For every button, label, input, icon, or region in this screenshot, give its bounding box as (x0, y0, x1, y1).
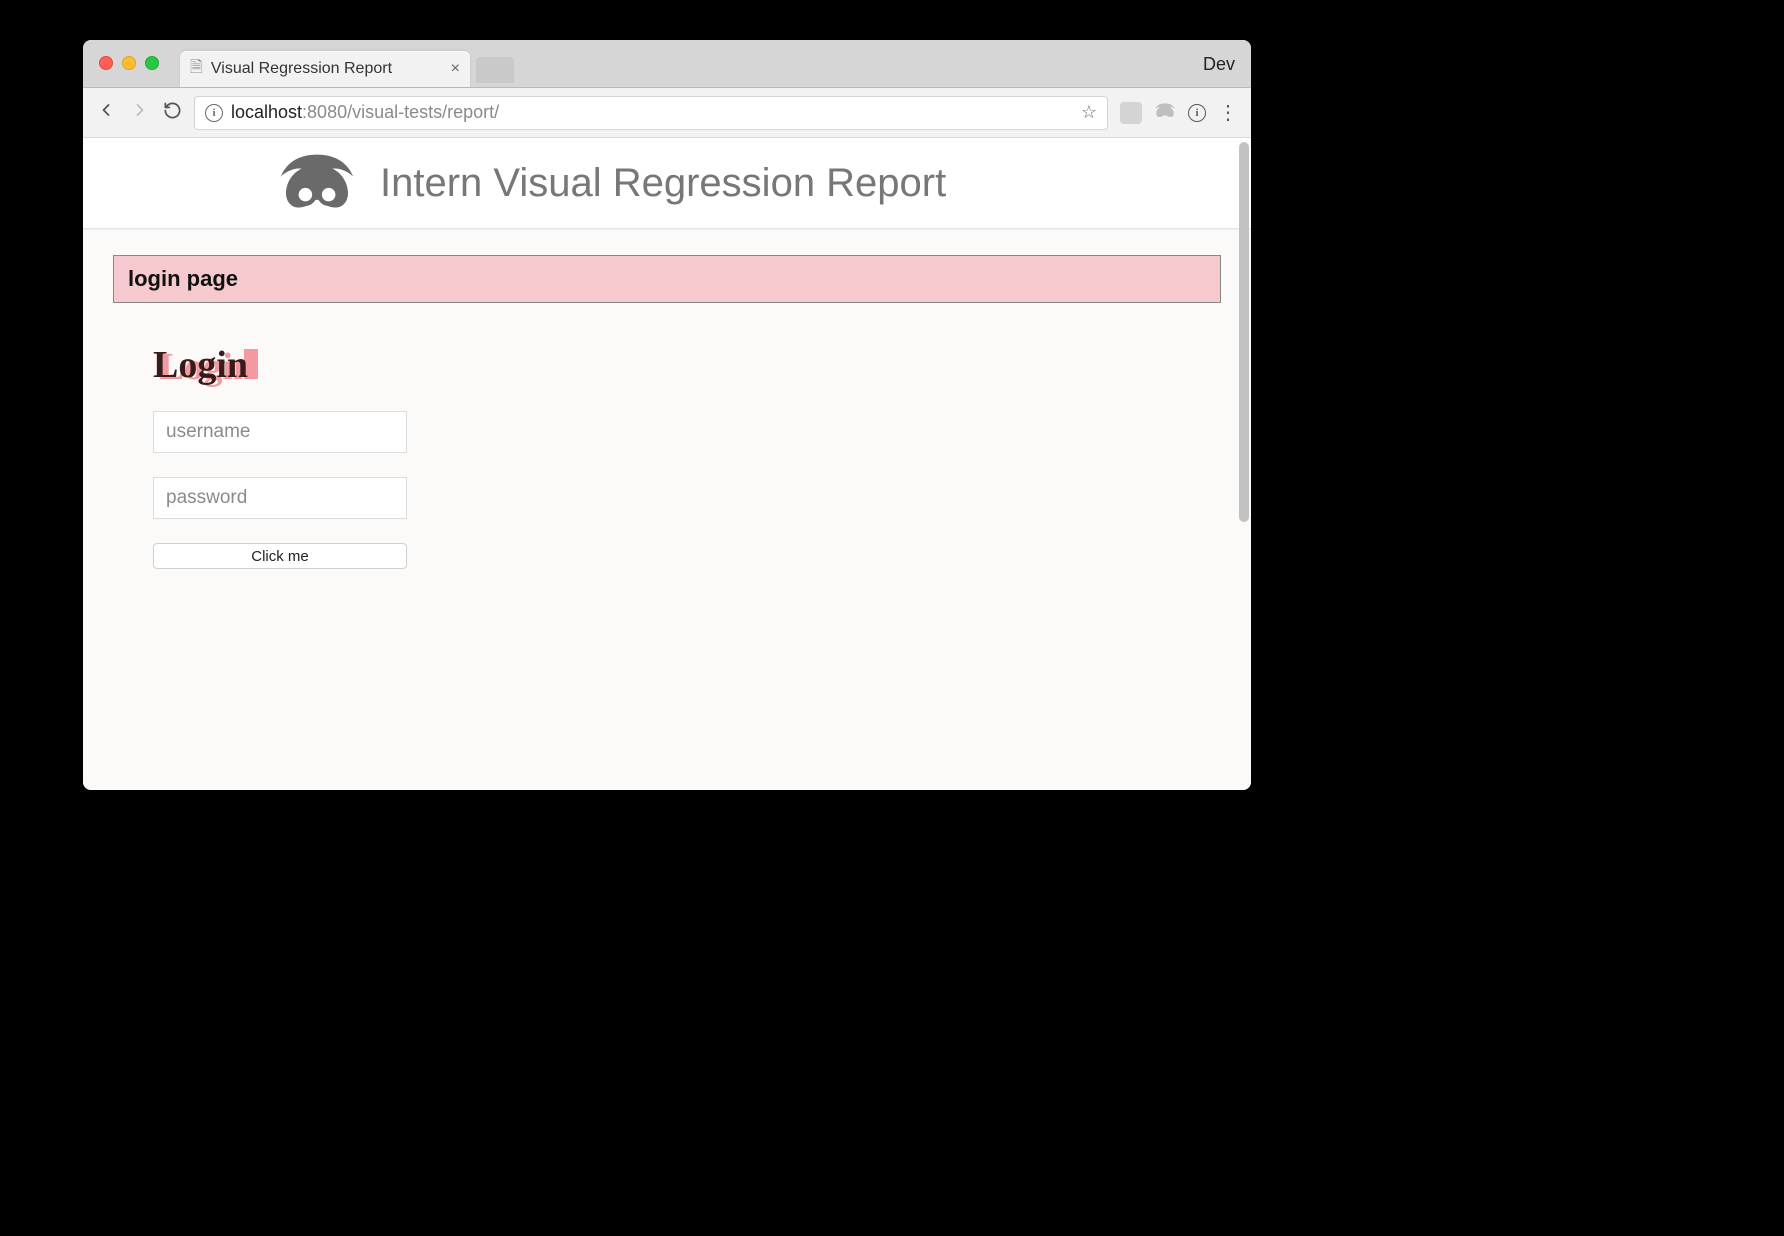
diff-heading-overlay: Login Login (153, 343, 248, 387)
extension-icon-react[interactable] (1120, 102, 1142, 124)
extension-icon-owl[interactable] (1154, 102, 1176, 124)
vertical-scrollbar[interactable] (1239, 142, 1249, 522)
address-bar[interactable]: i localhost:8080/visual-tests/report/ ☆ (194, 96, 1108, 130)
window-close-button[interactable] (99, 56, 113, 70)
password-placeholder: password (166, 487, 247, 509)
url-text: localhost:8080/visual-tests/report/ (231, 102, 499, 123)
test-name-label: login page (128, 266, 238, 291)
extension-icons: i ⋮ (1120, 100, 1239, 125)
intern-logo-icon (278, 152, 356, 214)
browser-menu-button[interactable]: ⋮ (1218, 100, 1239, 125)
page-title: Intern Visual Regression Report (380, 161, 946, 206)
bookmark-star-icon[interactable]: ☆ (1081, 102, 1097, 123)
tab-close-icon[interactable]: × (451, 61, 460, 77)
new-tab-button[interactable] (476, 57, 514, 83)
tab-title: Visual Regression Report (211, 60, 392, 78)
diff-heading: Login (153, 344, 248, 386)
test-result-banner: login page (113, 255, 1221, 303)
submit-button-label: Click me (251, 548, 309, 565)
window-minimize-button[interactable] (122, 56, 136, 70)
browser-tab-active[interactable]: 🗎 Visual Regression Report × (180, 51, 470, 87)
forward-button[interactable] (129, 100, 151, 126)
back-button[interactable] (95, 100, 117, 126)
window-zoom-button[interactable] (145, 56, 159, 70)
password-input[interactable]: password (153, 477, 407, 519)
test-body: Login Login username password Click me (113, 333, 1221, 599)
browser-window: 🗎 Visual Regression Report × Dev i local… (83, 40, 1251, 790)
report-header: Intern Visual Regression Report (83, 138, 1251, 229)
extension-icon-info[interactable]: i (1188, 104, 1206, 122)
window-controls (99, 56, 159, 70)
username-input[interactable]: username (153, 411, 407, 453)
page-content: Intern Visual Regression Report login pa… (83, 138, 1251, 790)
browser-toolbar: i localhost:8080/visual-tests/report/ ☆ … (83, 88, 1251, 138)
submit-button[interactable]: Click me (153, 543, 407, 569)
username-placeholder: username (166, 421, 251, 443)
site-info-icon[interactable]: i (205, 104, 223, 122)
reload-button[interactable] (163, 101, 182, 125)
tab-strip: 🗎 Visual Regression Report × Dev (83, 40, 1251, 88)
file-icon: 🗎 (190, 56, 203, 83)
dev-profile-label: Dev (1203, 54, 1235, 75)
